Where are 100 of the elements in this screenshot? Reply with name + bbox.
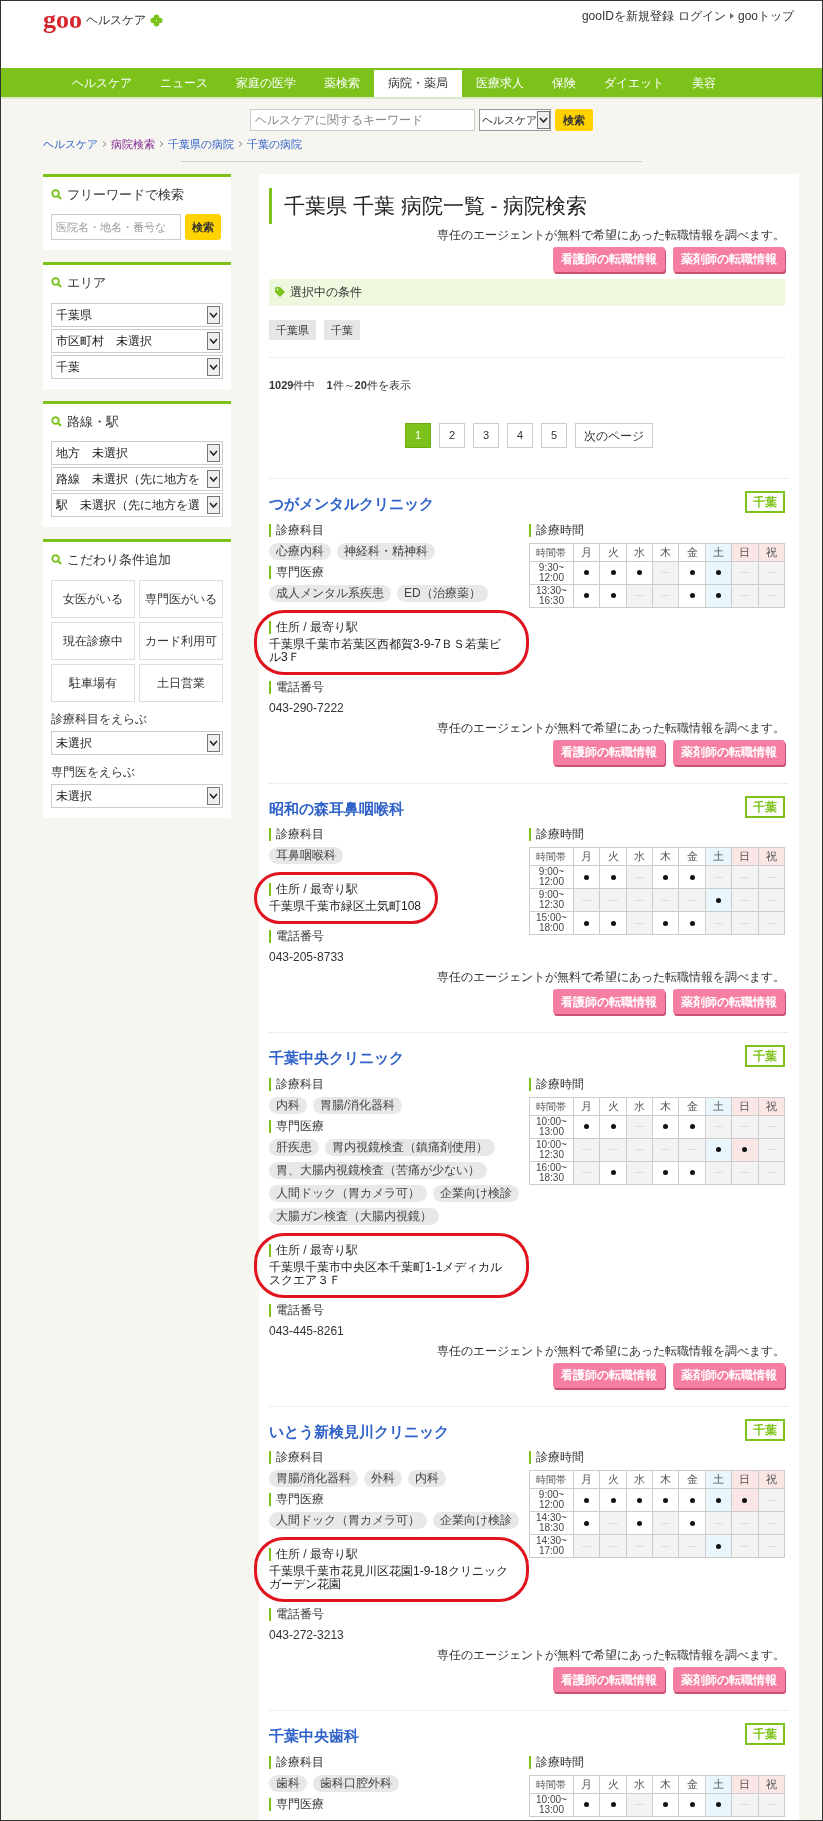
search-field[interactable]: 医院名・地名・番号な <box>51 214 181 240</box>
filter-button[interactable]: 女医がいる <box>51 579 135 618</box>
result-count: 1029件中 1件～20件を表示 <box>269 377 412 393</box>
table-header-cell: 水 <box>626 1470 653 1489</box>
table-header-cell: 金 <box>679 543 706 561</box>
clinic-name-link[interactable]: 千葉中央歯科 <box>269 1725 359 1748</box>
time-cell: 15:00~ 18:00 <box>529 911 574 935</box>
section-label: 住所 / 最寄り駅 <box>269 620 512 634</box>
section-label: 住所 / 最寄り駅 <box>269 1548 512 1561</box>
table-header-cell: 土 <box>705 543 732 561</box>
time-cell: 14:30~ 17:00 <box>529 1534 574 1558</box>
filter-button[interactable]: 駐車場有 <box>51 663 135 702</box>
table-header-cell: 水 <box>626 1097 653 1115</box>
section-label: 診療科目 <box>269 1077 529 1091</box>
select-dropdown[interactable]: 駅 未選択（先に地方を選 <box>51 493 223 517</box>
table-header-cell: 祝 <box>758 1470 785 1489</box>
section-label: 診療科目 <box>269 1755 529 1769</box>
table-header-cell: 木 <box>652 847 679 866</box>
clinic-name-link[interactable]: 昭和の森耳鼻咽喉科 <box>269 797 404 820</box>
next-page-button[interactable]: 次のページ <box>575 423 653 448</box>
section-label: 診療科目 <box>269 523 529 537</box>
filter-button[interactable]: 専門医がいる <box>139 579 223 618</box>
dropdown-label: 診療科目をえらぶ <box>51 710 148 728</box>
table-header-cell: 水 <box>626 543 653 561</box>
table-header-cell: 火 <box>599 543 627 561</box>
tag-chip: 内科 <box>269 1096 307 1114</box>
filter-button[interactable]: カード利用可 <box>139 621 223 660</box>
clinic-name-link[interactable]: つがメンタルクリニック <box>269 493 434 516</box>
table-header-cell: 祝 <box>758 1775 785 1793</box>
table-header-cell: 月 <box>573 1470 600 1489</box>
table-header-cell: 木 <box>652 543 679 561</box>
job-ad-note: 専任のエージェントが無料で希望にあった転職情報を調べます。 <box>437 227 785 242</box>
breadcrumb-link[interactable]: 千葉の病院 <box>247 136 302 153</box>
scope-select[interactable]: ヘルスケア <box>479 109 551 131</box>
section-label: 電話番号 <box>269 680 529 694</box>
search-button[interactable]: 検索 <box>555 109 593 131</box>
breadcrumb-link[interactable]: 病院検索 <box>111 136 155 153</box>
keyword-search-field[interactable]: ヘルスケアに関するキーワード <box>250 109 475 131</box>
site-logo[interactable]: goo <box>43 9 82 31</box>
area-badge: 千葉 <box>745 491 785 513</box>
chevron-icon <box>102 141 107 148</box>
select-dropdown[interactable]: 未選択 <box>51 730 223 755</box>
page-button[interactable]: 4 <box>507 423 533 448</box>
select-dropdown[interactable]: 千葉 <box>51 354 223 379</box>
tag-chip: 人間ドック（胃カメラ可） <box>269 1184 427 1202</box>
tag-chip: 胃、大腸内視鏡検査（苦痛が少ない） <box>269 1161 487 1179</box>
section-label: 診療時間 <box>529 1451 785 1464</box>
header-link[interactable]: gooトップ <box>737 7 794 25</box>
section-label: 電話番号 <box>269 1608 529 1621</box>
table-header-cell: 時間帯 <box>529 1470 574 1489</box>
table-header-cell: 時間帯 <box>529 847 574 866</box>
select-dropdown[interactable]: 千葉県 <box>51 302 223 327</box>
page-button[interactable]: 2 <box>439 423 465 448</box>
table-header-cell: 火 <box>599 1775 627 1793</box>
tag-chip: 企業向け検診 <box>433 1184 519 1202</box>
clinic-name-link[interactable]: 千葉中央クリニック <box>269 1047 404 1070</box>
header-link[interactable]: ログイン <box>677 7 726 25</box>
time-cell: 10:00~ 13:00 <box>529 1115 574 1138</box>
table-header-cell: 月 <box>573 847 600 866</box>
table-header-cell: 水 <box>626 1775 653 1793</box>
table-header-cell: 日 <box>731 1775 759 1793</box>
page-button[interactable]: 5 <box>541 423 567 448</box>
caret-icon <box>729 13 734 19</box>
breadcrumb-link[interactable]: ヘルスケア <box>43 136 98 153</box>
table-header-cell: 祝 <box>758 847 785 866</box>
clinic-name-link[interactable]: いとう新検見川クリニック <box>269 1420 449 1443</box>
section-label: 診療時間 <box>529 1755 785 1769</box>
tag-chip: 心療内科 <box>269 542 331 560</box>
tag-chip: 人間ドック（胃カメラ可） <box>269 1512 427 1529</box>
tag-chip: 成人メンタル系疾患 <box>269 584 391 602</box>
filter-button[interactable]: 土日営業 <box>139 663 223 702</box>
table-header-cell: 時間帯 <box>529 543 574 561</box>
panel-title: こだわり条件追加 <box>67 551 171 569</box>
table-header-cell: 日 <box>731 847 759 866</box>
tag-chip: 胃腸/消化器科 <box>269 1470 359 1487</box>
time-cell: 10:00~ 13:00 <box>529 1793 574 1816</box>
table-header-cell: 祝 <box>758 543 785 561</box>
select-dropdown[interactable]: 市区町村 未選択 <box>51 328 223 353</box>
tag-chip: 外科 <box>364 1470 403 1487</box>
page-button[interactable]: 3 <box>473 423 499 448</box>
header-link[interactable]: gooIDを新規登録 <box>581 7 674 25</box>
table-header-cell: 祝 <box>758 1097 785 1115</box>
filter-button[interactable]: 現在診療中 <box>51 621 135 660</box>
tag-chip: 胃内視鏡検査（鎮痛剤使用） <box>325 1138 495 1156</box>
search-button[interactable]: 検索 <box>185 214 221 240</box>
select-dropdown[interactable]: 路線 未選択（先に地方を <box>51 467 223 491</box>
table-header-cell: 月 <box>573 543 600 561</box>
breadcrumb-link[interactable]: 千葉県の病院 <box>168 136 234 153</box>
table-header-cell: 木 <box>652 1470 679 1489</box>
address-text: 千葉県千葉市若葉区西都賀3-9-7ＢＳ若葉ビル3Ｆ <box>269 637 502 664</box>
phone-number: 043-272-3213 <box>269 1627 345 1644</box>
select-dropdown[interactable]: 未選択 <box>51 783 223 808</box>
table-header-cell: 日 <box>731 543 759 561</box>
table-header-cell: 時間帯 <box>529 1097 574 1115</box>
tag-chip: 内科 <box>408 1470 447 1487</box>
select-dropdown[interactable]: 地方 未選択 <box>51 441 223 465</box>
section-label: 診療時間 <box>529 1077 785 1091</box>
nav-tab[interactable]: 病院・薬局 <box>374 70 462 97</box>
conditions-title: 選択中の条件 <box>290 284 362 301</box>
section-label: 診療時間 <box>529 523 785 537</box>
